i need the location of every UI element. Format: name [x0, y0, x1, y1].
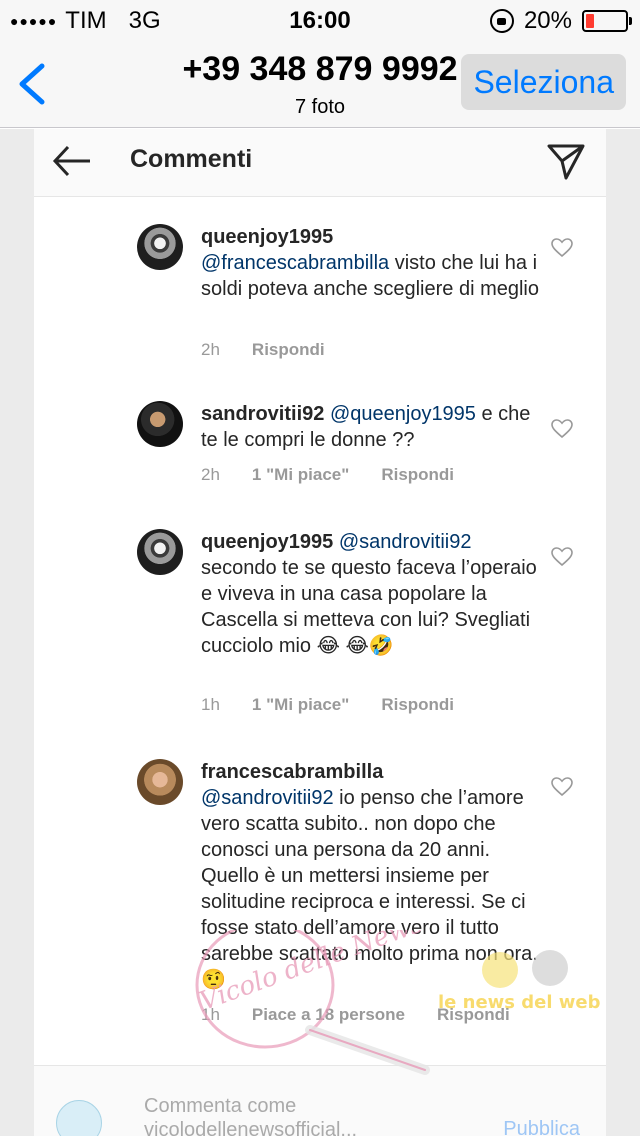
photos-nav-bar: +39 348 879 9992 7 foto Seleziona [0, 40, 640, 128]
reply-button[interactable]: Rispondi [381, 465, 454, 485]
status-bar: ●●●●● TIM 3G 16:00 20% [0, 0, 640, 40]
like-heart-icon[interactable] [551, 419, 573, 439]
direct-send-icon[interactable] [546, 141, 586, 181]
rotation-lock-icon [489, 9, 514, 33]
comment-meta: 1h 1 "Mi piace" Rispondi [201, 695, 454, 715]
reply-button[interactable]: Rispondi [252, 340, 325, 360]
comment-time: 2h [201, 340, 220, 359]
comment-mention[interactable]: @sandrovitii92 [201, 787, 334, 809]
comment-meta: 2h 1 "Mi piace" Rispondi [201, 465, 454, 485]
likes-count[interactable]: Piace a 18 persone [252, 1005, 405, 1025]
comment-time: 1h [201, 695, 220, 714]
publish-button[interactable]: Pubblica [503, 1118, 580, 1136]
user-avatar[interactable] [137, 401, 183, 447]
instagram-screenshot: Commenti queenjoy1995 @francescabrambill… [34, 129, 606, 1136]
comment-mention[interactable]: @queenjoy1995 [330, 403, 476, 425]
comment-username[interactable]: queenjoy1995 [201, 531, 333, 553]
user-avatar[interactable] [137, 224, 183, 270]
comment-body: francescabrambilla @sandrovitii92 io pen… [201, 759, 541, 993]
comment-username[interactable]: francescabrambilla [201, 761, 383, 783]
comment-username[interactable]: queenjoy1995 [201, 226, 333, 248]
own-avatar [56, 1100, 102, 1136]
comment-username[interactable]: sandrovitii92 [201, 403, 324, 425]
comment-mention[interactable]: @sandrovitii92 [339, 531, 472, 553]
like-heart-icon[interactable] [551, 777, 573, 797]
battery-percent: 20% [523, 7, 572, 34]
comment-meta: 2h Rispondi [201, 340, 325, 360]
comments-header: Commenti [34, 129, 606, 197]
reply-button[interactable]: Rispondi [437, 1005, 510, 1025]
comment-composer: Commenta come vicolodellenewsofficial...… [34, 1065, 606, 1136]
comment-input[interactable]: Commenta come vicolodellenewsofficial... [144, 1094, 474, 1136]
comment-body: sandrovitii92 @queenjoy1995 e che te le … [201, 401, 541, 453]
likes-count[interactable]: 1 "Mi piace" [252, 695, 349, 715]
likes-count[interactable]: 1 "Mi piace" [252, 465, 349, 485]
user-avatar[interactable] [137, 759, 183, 805]
user-avatar[interactable] [137, 529, 183, 575]
comment-time: 1h [201, 1005, 220, 1024]
like-heart-icon[interactable] [551, 238, 573, 258]
comment-mention[interactable]: @francescabrambilla [201, 252, 389, 274]
like-heart-icon[interactable] [551, 547, 573, 567]
battery-icon [582, 10, 632, 32]
comment-body: queenjoy1995 @francescabrambilla visto c… [201, 224, 541, 302]
comment-text: io penso che l’amore vero scatta subito.… [201, 787, 538, 991]
status-right: 20% [489, 7, 632, 35]
back-arrow-icon[interactable] [52, 143, 92, 179]
comment-meta: 1h Piace a 18 persone Rispondi [201, 1005, 510, 1025]
comment-time: 2h [201, 465, 220, 484]
comments-title: Commenti [130, 145, 253, 173]
comment-body: queenjoy1995 @sandrovitii92 secondo te s… [201, 529, 541, 659]
select-button[interactable]: Seleziona [461, 54, 626, 110]
comment-text: secondo te se questo faceva l’operaio e … [201, 557, 537, 657]
reply-button[interactable]: Rispondi [381, 695, 454, 715]
